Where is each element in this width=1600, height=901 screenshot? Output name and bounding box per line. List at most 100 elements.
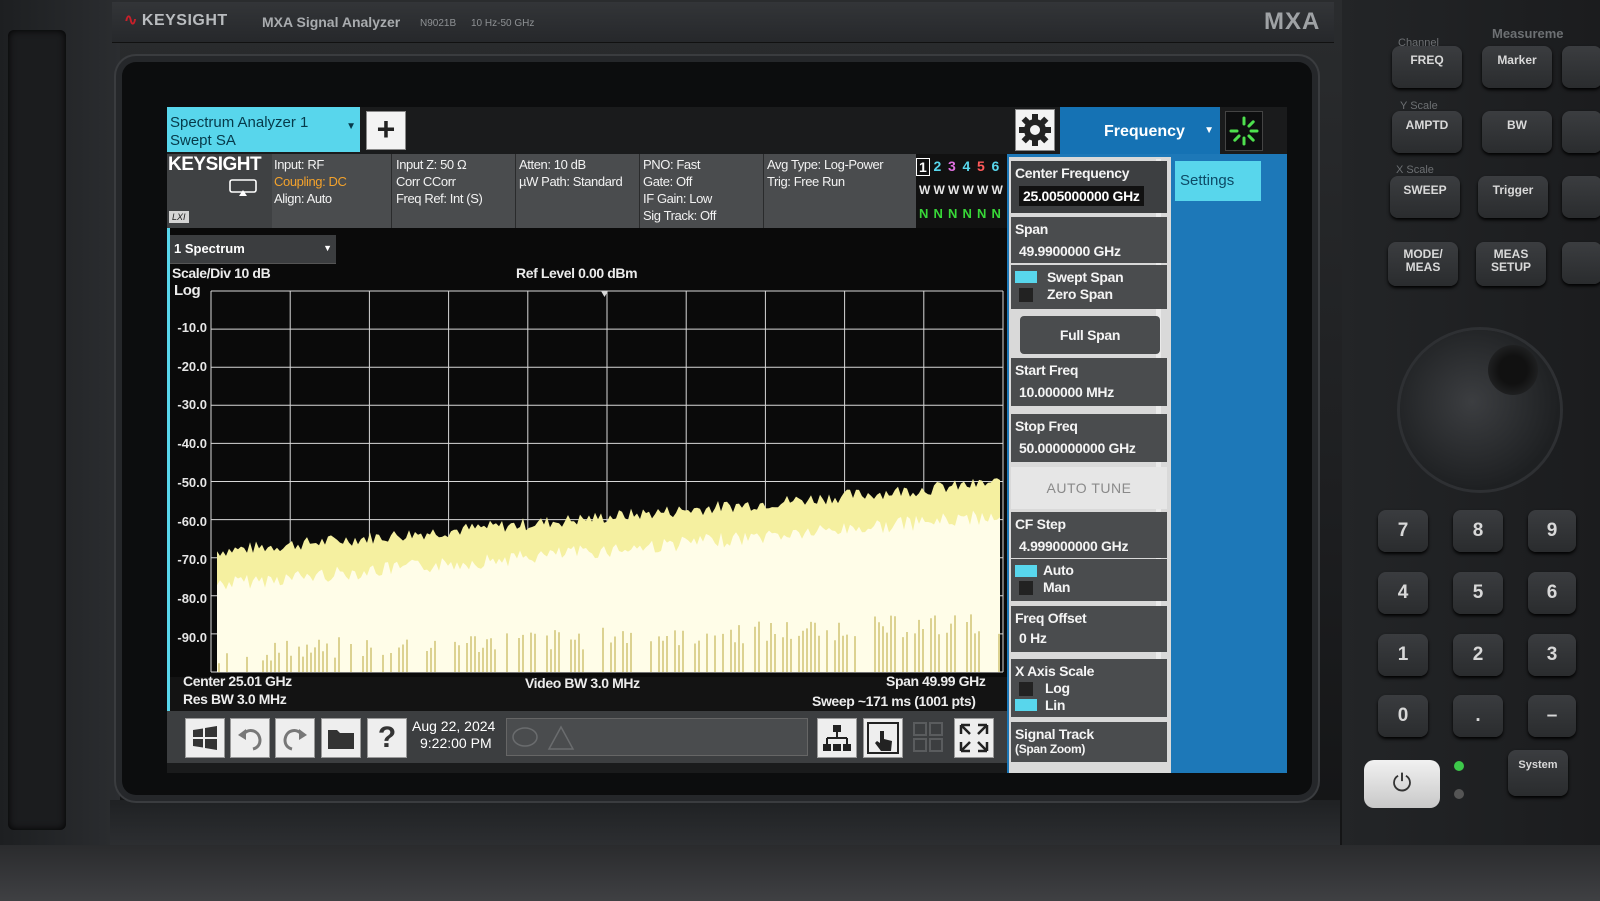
freq-offset-softkey[interactable]: Freq Offset 0 Hz	[1011, 606, 1167, 652]
keypad-key[interactable]: 2	[1453, 634, 1503, 676]
trigger-hardkey-label: Trigger	[1492, 183, 1534, 197]
layout-tree-button[interactable]	[817, 718, 857, 758]
keypad-key[interactable]: 1	[1378, 634, 1428, 676]
sweep-hardkey-label: SWEEP	[1403, 183, 1447, 197]
cf-step-value: 4.999000000 GHz	[1019, 538, 1129, 554]
trace-type: W	[977, 183, 989, 197]
auto-tune-button[interactable]: AUTO TUNE	[1011, 467, 1167, 509]
keypad-key[interactable]: 3	[1528, 634, 1576, 676]
message-bar[interactable]	[506, 718, 808, 756]
keypad-key[interactable]: .	[1453, 695, 1503, 737]
redo-icon	[283, 729, 307, 751]
time-text: 9:22:00 PM	[420, 735, 492, 751]
signal-track-label: Signal Track	[1015, 726, 1094, 742]
x-axis-scale-softkey[interactable]: X Axis Scale Log Lin	[1011, 659, 1167, 717]
auto-radio	[1015, 565, 1037, 577]
stop-freq-softkey[interactable]: Stop Freq 50.000000000 GHz	[1011, 414, 1167, 462]
trace-detector: N	[948, 206, 958, 221]
marker-hardkey-label: Marker	[1497, 53, 1537, 67]
maximize-button[interactable]	[954, 718, 994, 758]
trace-type: W	[991, 183, 1003, 197]
undo-icon	[238, 729, 262, 751]
meas-setup-label: MEAS SETUP	[1476, 242, 1546, 274]
stop-freq-value: 50.000000000 GHz	[1019, 440, 1136, 456]
zero-span-radio	[1019, 288, 1033, 302]
redo-button[interactable]	[275, 718, 315, 758]
center-frequency-label: Center Frequency	[1015, 165, 1130, 181]
sweep-hardkey[interactable]: SWEEP	[1390, 176, 1460, 218]
trace-number: 1	[916, 158, 930, 176]
x-lin-label: Lin	[1045, 697, 1066, 713]
marker-hardkey[interactable]: Marker	[1482, 46, 1552, 88]
meas-setup-hardkey[interactable]: MEAS SETUP	[1476, 242, 1546, 286]
stop-freq-label: Stop Freq	[1015, 418, 1078, 434]
frequency-menu-tab[interactable]: Frequency ▼	[1060, 107, 1220, 155]
power-on-led	[1454, 761, 1464, 771]
hardkey-partial[interactable]	[1562, 111, 1600, 153]
settings-tab[interactable]: Settings	[1175, 161, 1261, 201]
keypad-key[interactable]: 5	[1453, 572, 1503, 614]
touch-icon	[867, 722, 899, 754]
signal-track-softkey[interactable]: Signal Track (Span Zoom)	[1011, 722, 1167, 762]
center-frequency-softkey[interactable]: Center Frequency 25.005000000 GHz	[1011, 161, 1167, 213]
keypad-key[interactable]: 7	[1378, 510, 1428, 552]
standby-led	[1454, 789, 1464, 799]
y-tick-label: -30.0	[177, 397, 207, 413]
cf-step-softkey[interactable]: CF Step 4.999000000 GHz	[1011, 512, 1167, 558]
zero-span-label: Zero Span	[1047, 286, 1113, 302]
undo-button[interactable]	[230, 718, 270, 758]
keypad-key[interactable]: 0	[1378, 695, 1428, 737]
keypad-key[interactable]: 9	[1528, 510, 1576, 552]
trace-detector: N	[962, 206, 972, 221]
knob-finger-dimple	[1488, 345, 1538, 395]
multi-window-button[interactable]	[909, 718, 947, 756]
trace-detector: N	[919, 206, 929, 221]
x-lin-radio	[1015, 699, 1037, 711]
trace-number: 6	[991, 158, 1000, 174]
y-tick-label: -70.0	[177, 552, 207, 568]
mode-meas-hardkey[interactable]: MODE/MEAS	[1388, 242, 1458, 286]
system-label: System	[1518, 759, 1558, 771]
res-bw-annotation: Res BW 3.0 MHz	[183, 691, 287, 707]
touch-layout-button[interactable]	[863, 718, 903, 758]
keypad-key[interactable]: 6	[1528, 572, 1576, 614]
file-button[interactable]	[321, 718, 361, 758]
freq-hardkey[interactable]: FREQ	[1392, 46, 1462, 88]
lower-frame	[110, 800, 1340, 845]
trace-type: W	[933, 183, 945, 197]
system-hardkey[interactable]: System	[1508, 750, 1568, 796]
x-log-label: Log	[1045, 680, 1070, 696]
windows-button[interactable]	[185, 718, 225, 758]
sweep-status-indicator[interactable]	[1225, 111, 1263, 151]
keypad-key[interactable]: 8	[1453, 510, 1503, 552]
windows-icon	[193, 726, 217, 750]
table-surface	[0, 845, 1600, 901]
rotary-knob[interactable]	[1400, 330, 1560, 490]
trigger-hardkey[interactable]: Trigger	[1478, 176, 1548, 218]
cf-step-mode-softkey[interactable]: Auto Man	[1011, 559, 1167, 601]
hardkey-partial[interactable]	[1562, 176, 1600, 218]
trace-detector: N	[977, 206, 987, 221]
hardkey-partial[interactable]	[1562, 242, 1600, 284]
trace-number: 3	[948, 158, 956, 174]
hardkey-partial[interactable]	[1562, 46, 1600, 88]
start-freq-value: 10.000000 MHz	[1019, 384, 1114, 400]
span-mode-softkey[interactable]: Swept Span Zero Span	[1011, 265, 1167, 309]
start-freq-softkey[interactable]: Start Freq 10.000000 MHz	[1011, 358, 1167, 406]
cf-step-label: CF Step	[1015, 516, 1066, 532]
keypad-key[interactable]: 4	[1378, 572, 1428, 614]
trace-number: 2	[933, 158, 942, 174]
power-button[interactable]: ⏻	[1364, 760, 1440, 808]
settings-button[interactable]	[1015, 109, 1055, 151]
meas-setup-line2: SETUP	[1490, 260, 1531, 274]
keypad-key[interactable]: –	[1528, 695, 1576, 737]
amptd-hardkey[interactable]: AMPTD	[1392, 111, 1462, 153]
help-button[interactable]: ?	[367, 718, 407, 758]
chevron-down-icon: ▼	[1204, 125, 1214, 136]
full-span-button[interactable]: Full Span	[1020, 316, 1160, 354]
center-freq-annotation: Center 25.01 GHz	[183, 673, 292, 689]
bw-hardkey[interactable]: BW	[1482, 111, 1552, 153]
trace-type: W	[948, 183, 960, 197]
span-softkey[interactable]: Span 49.9900000 GHz	[1011, 217, 1167, 263]
frequency-menu-label: Frequency	[1104, 123, 1185, 140]
